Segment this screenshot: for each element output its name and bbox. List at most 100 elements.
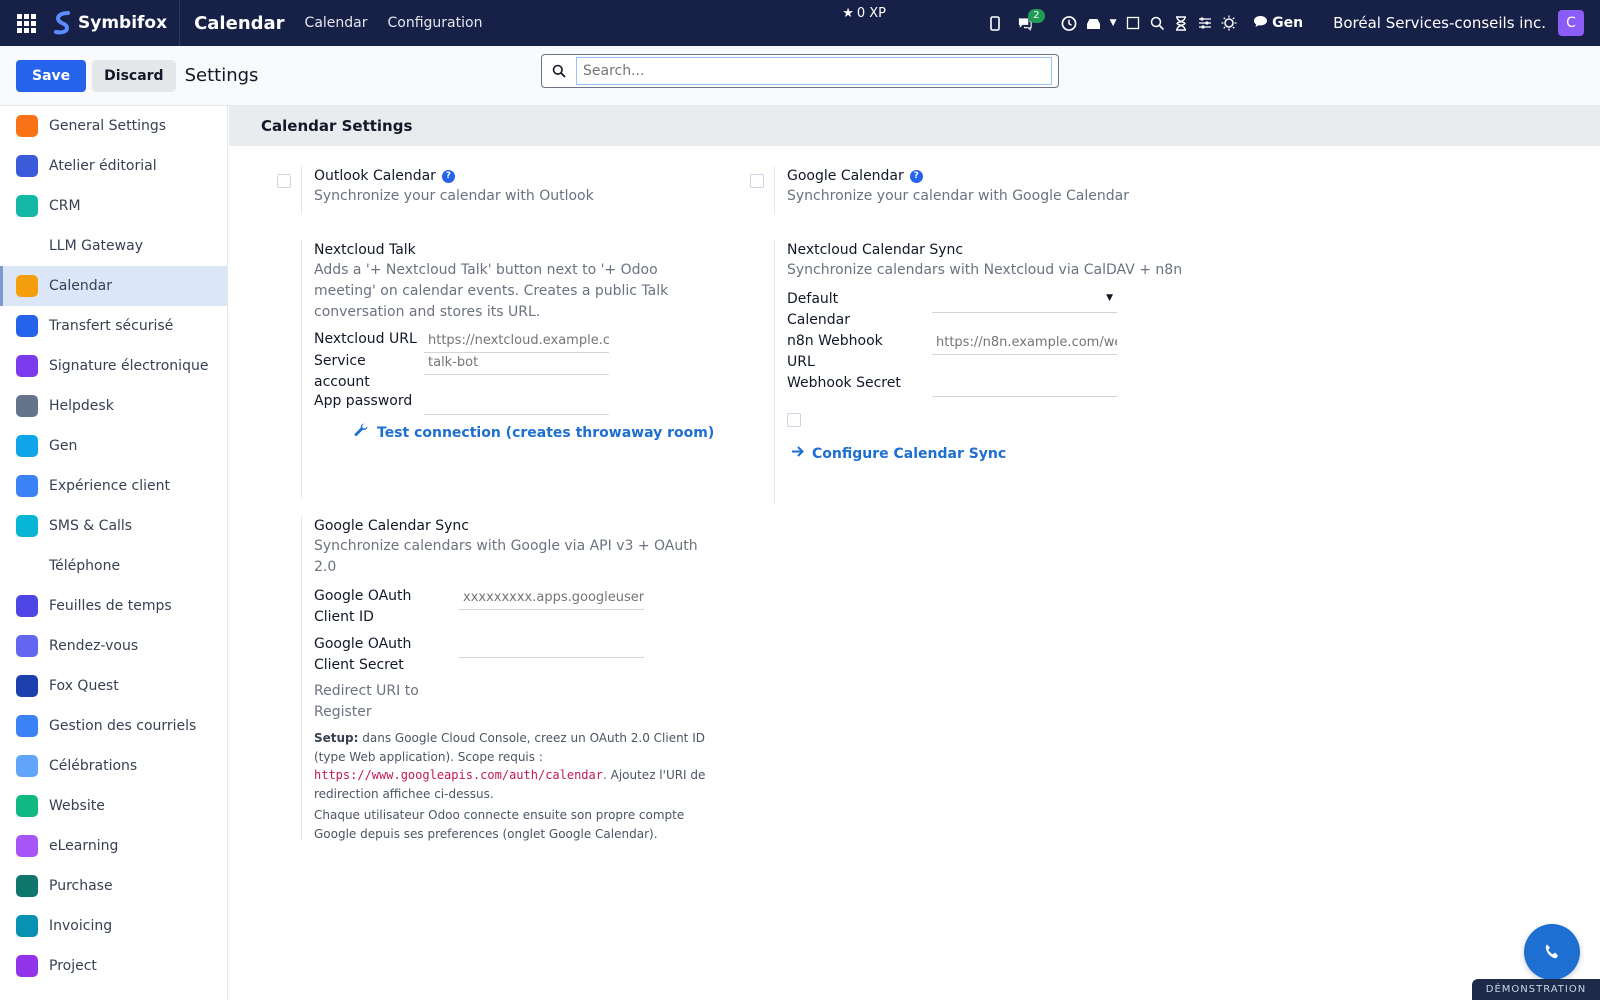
sidebar-item-invoicing[interactable]: Invoicing xyxy=(0,906,227,946)
sidebar-item-transfert-s-curis[interactable]: Transfert sécurisé xyxy=(0,306,227,346)
app-launcher-button[interactable] xyxy=(0,0,52,46)
grid-icon xyxy=(16,13,36,33)
sidebar-item-helpdesk[interactable]: Helpdesk xyxy=(0,386,227,426)
outlook-checkbox[interactable] xyxy=(277,174,291,188)
configure-calendar-sync-button[interactable]: Configure Calendar Sync xyxy=(791,445,1194,462)
sidebar-item-c-l-brations[interactable]: Célébrations xyxy=(0,746,227,786)
chat-badge: 2 xyxy=(1028,9,1045,23)
sidebar-item-project[interactable]: Project xyxy=(0,946,227,986)
search-icon[interactable] xyxy=(1149,15,1165,31)
sidebar-item-elearning[interactable]: eLearning xyxy=(0,826,227,866)
nextcloud-sync-setting: Nextcloud Calendar Sync Synchronize cale… xyxy=(774,240,1194,504)
help-icon[interactable]: ? xyxy=(441,169,455,183)
company-switcher[interactable]: Boréal Services-conseils inc. xyxy=(1333,14,1546,32)
sidebar-item-label: Feuilles de temps xyxy=(49,598,172,614)
service-account-input[interactable] xyxy=(424,351,609,375)
sidebar-item-label: Transfert sécurisé xyxy=(49,318,174,334)
sidebar-item-label: General Settings xyxy=(49,118,167,134)
nextcloud-sync-title: Nextcloud Calendar Sync xyxy=(787,242,964,258)
app-icon xyxy=(16,395,38,417)
sidebar-item-gen[interactable]: Gen xyxy=(0,426,227,466)
sidebar-item-label: eLearning xyxy=(49,838,119,854)
setup-note-users: Chaque utilisateur Odoo connecte ensuite… xyxy=(314,808,685,841)
sidebar-item-label: Gen xyxy=(49,438,78,454)
sidebar-item-website[interactable]: Website xyxy=(0,786,227,826)
sidebar-item-label: Gestion des courriels xyxy=(49,718,197,734)
sidebar-item-signature-lectronique[interactable]: Signature électronique xyxy=(0,346,227,386)
hourglass-icon[interactable] xyxy=(1173,15,1189,31)
xp-counter[interactable]: ★ 0 XP xyxy=(842,6,886,21)
redirect-uri-label: Redirect URI to Register xyxy=(314,683,419,720)
app-icon xyxy=(16,475,38,497)
brand[interactable]: Symbifox xyxy=(52,0,181,46)
menu-configuration[interactable]: Configuration xyxy=(388,15,483,31)
save-button[interactable]: Save xyxy=(16,59,87,92)
sidebar-item-atelier-ditorial[interactable]: Atelier éditorial xyxy=(0,146,227,186)
sidebar-item-calendar[interactable]: Calendar xyxy=(0,266,227,306)
inbox-icon[interactable] xyxy=(1085,15,1101,31)
default-calendar-label: Default Calendar xyxy=(787,291,850,328)
gen-assistant-button[interactable]: Gen xyxy=(1253,15,1303,32)
nextcloud-url-label: Nextcloud URL xyxy=(314,331,417,347)
clock-icon[interactable] xyxy=(1061,15,1077,31)
sidebar-item-llm-gateway[interactable]: LLM Gateway xyxy=(0,226,227,266)
xp-value: 0 XP xyxy=(856,6,886,21)
sidebar-item-label: Invoicing xyxy=(49,918,113,934)
google-calendar-checkbox[interactable] xyxy=(750,174,764,188)
outlook-setting: Outlook Calendar ? Synchronize your cale… xyxy=(301,166,721,214)
app-icon xyxy=(16,595,38,617)
client-id-input[interactable] xyxy=(459,586,644,610)
outlook-title: Outlook Calendar xyxy=(314,168,436,184)
client-id-label: Google OAuth Client ID xyxy=(314,588,412,625)
settings-main: Calendar Settings Outlook Calendar ? Syn… xyxy=(229,106,1600,1000)
search-icon xyxy=(542,55,576,87)
call-button[interactable] xyxy=(1524,924,1580,980)
caret-down-icon: ▼ xyxy=(1106,293,1113,303)
menu-calendar[interactable]: Calendar xyxy=(305,15,368,31)
top-navbar: Symbifox Calendar Calendar Configuration… xyxy=(0,0,1600,46)
speech-bubble-icon xyxy=(1253,15,1268,32)
chat-icon[interactable]: 2 xyxy=(1017,9,1045,31)
client-secret-input[interactable] xyxy=(459,634,644,658)
app-icon xyxy=(16,515,38,537)
setup-bold: Setup: xyxy=(314,731,359,745)
app-password-input[interactable] xyxy=(424,391,609,415)
sidebar-item-general-settings[interactable]: General Settings xyxy=(0,106,227,146)
sidebar-item-exp-rience-client[interactable]: Expérience client xyxy=(0,466,227,506)
sidebar-item-rendez-vous[interactable]: Rendez-vous xyxy=(0,626,227,666)
arrow-right-icon xyxy=(791,445,804,462)
discard-button[interactable]: Discard xyxy=(92,59,176,92)
app-icon xyxy=(16,835,38,857)
sidebar-item-label: Signature électronique xyxy=(49,358,209,374)
webhook-url-input[interactable] xyxy=(932,331,1117,355)
settings-search-input[interactable] xyxy=(576,57,1052,85)
sidebar-item-feuilles-de-temps[interactable]: Feuilles de temps xyxy=(0,586,227,626)
app-title[interactable]: Calendar xyxy=(194,13,284,34)
sidebar-item-crm[interactable]: CRM xyxy=(0,186,227,226)
note-icon[interactable] xyxy=(1125,15,1141,31)
user-avatar[interactable]: C xyxy=(1558,10,1584,36)
mobile-icon[interactable] xyxy=(987,15,1003,31)
app-icon xyxy=(16,315,38,337)
test-connection-button[interactable]: Test connection (creates throwaway room) xyxy=(354,423,721,442)
google-calendar-desc: Synchronize your calendar with Google Ca… xyxy=(787,188,1129,204)
sidebar-item-fox-quest[interactable]: Fox Quest xyxy=(0,666,227,706)
app-icon xyxy=(16,155,38,177)
outlook-desc: Synchronize your calendar with Outlook xyxy=(314,188,594,204)
sidebar-item-sms-calls[interactable]: SMS & Calls xyxy=(0,506,227,546)
wrench-icon xyxy=(354,423,369,442)
sidebar-item-t-l-phone[interactable]: Téléphone xyxy=(0,546,227,586)
caret-down-icon[interactable]: ▼ xyxy=(1109,15,1117,31)
nextcloud-url-input[interactable] xyxy=(424,329,609,353)
default-calendar-select[interactable]: ▼ xyxy=(932,289,1117,313)
nextcloud-sync-checkbox[interactable] xyxy=(787,413,801,427)
sun-icon[interactable] xyxy=(1221,15,1237,31)
sidebar-item-purchase[interactable]: Purchase xyxy=(0,866,227,906)
webhook-secret-input[interactable] xyxy=(932,373,1117,397)
app-icon xyxy=(16,875,38,897)
sidebar-item-gestion-des-courriels[interactable]: Gestion des courriels xyxy=(0,706,227,746)
sidebar-item-label: Célébrations xyxy=(49,758,138,774)
help-icon[interactable]: ? xyxy=(909,169,923,183)
sliders-icon[interactable] xyxy=(1197,15,1213,31)
sidebar-item-label: Atelier éditorial xyxy=(49,158,157,174)
